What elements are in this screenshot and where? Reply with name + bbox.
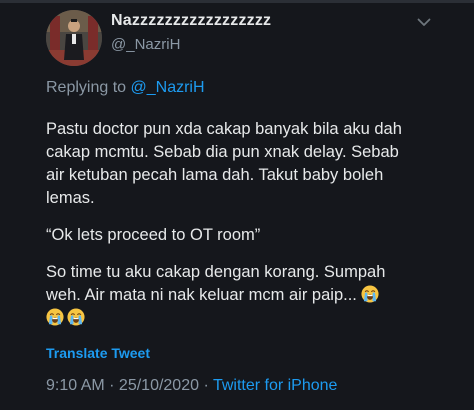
translate-tweet-link[interactable]: Translate Tweet <box>46 345 150 361</box>
text-line: air ketuban pecah lama dah. Takut baby b… <box>46 166 384 184</box>
top-divider <box>0 0 474 3</box>
avatar[interactable] <box>46 10 102 66</box>
more-options-button[interactable] <box>414 14 434 30</box>
profile-photo-icon <box>46 10 102 66</box>
tweet-source-link[interactable]: Twitter for iPhone <box>213 377 338 394</box>
loudly-crying-face-icon <box>46 308 64 326</box>
text-line: So time tu aku cakap dengan korang. Sump… <box>46 263 386 281</box>
user-handle[interactable]: @_NazriH <box>111 36 180 53</box>
chevron-down-icon <box>417 18 431 26</box>
meta-separator: · <box>199 377 213 394</box>
loudly-crying-face-icon <box>67 308 85 326</box>
replying-to-mention[interactable]: @_NazriH <box>131 79 205 96</box>
paragraph-2: “Ok lets proceed to OT room” <box>46 224 446 247</box>
tweet-meta: 9:10 AM · 25/10/2020 · Twitter for iPhon… <box>46 377 337 395</box>
text-line: “Ok lets proceed to OT room” <box>46 226 261 244</box>
loudly-crying-face-icon <box>361 285 380 303</box>
tweet-date[interactable]: 25/10/2020 <box>119 377 199 394</box>
display-name[interactable]: Nazzzzzzzzzzzzzzzzz <box>111 12 271 30</box>
paragraph-3: So time tu aku cakap dengan korang. Sump… <box>46 261 446 330</box>
meta-separator: · <box>104 377 119 394</box>
text-line: Pastu doctor pun xda cakap banyak bila a… <box>46 120 402 138</box>
paragraph-1: Pastu doctor pun xda cakap banyak bila a… <box>46 118 446 210</box>
text-line: weh. Air mata ni nak keluar mcm air paip… <box>46 286 357 304</box>
replying-to-prefix: Replying to <box>46 79 127 96</box>
tweet-time[interactable]: 9:10 AM <box>46 377 105 394</box>
text-line: cakap mcmtu. Sebab dia pun xnak delay. S… <box>46 143 399 161</box>
text-line: lemas. <box>46 189 95 207</box>
replying-to: Replying to @_NazriH <box>46 79 205 97</box>
tweet-text: Pastu doctor pun xda cakap banyak bila a… <box>46 118 446 330</box>
